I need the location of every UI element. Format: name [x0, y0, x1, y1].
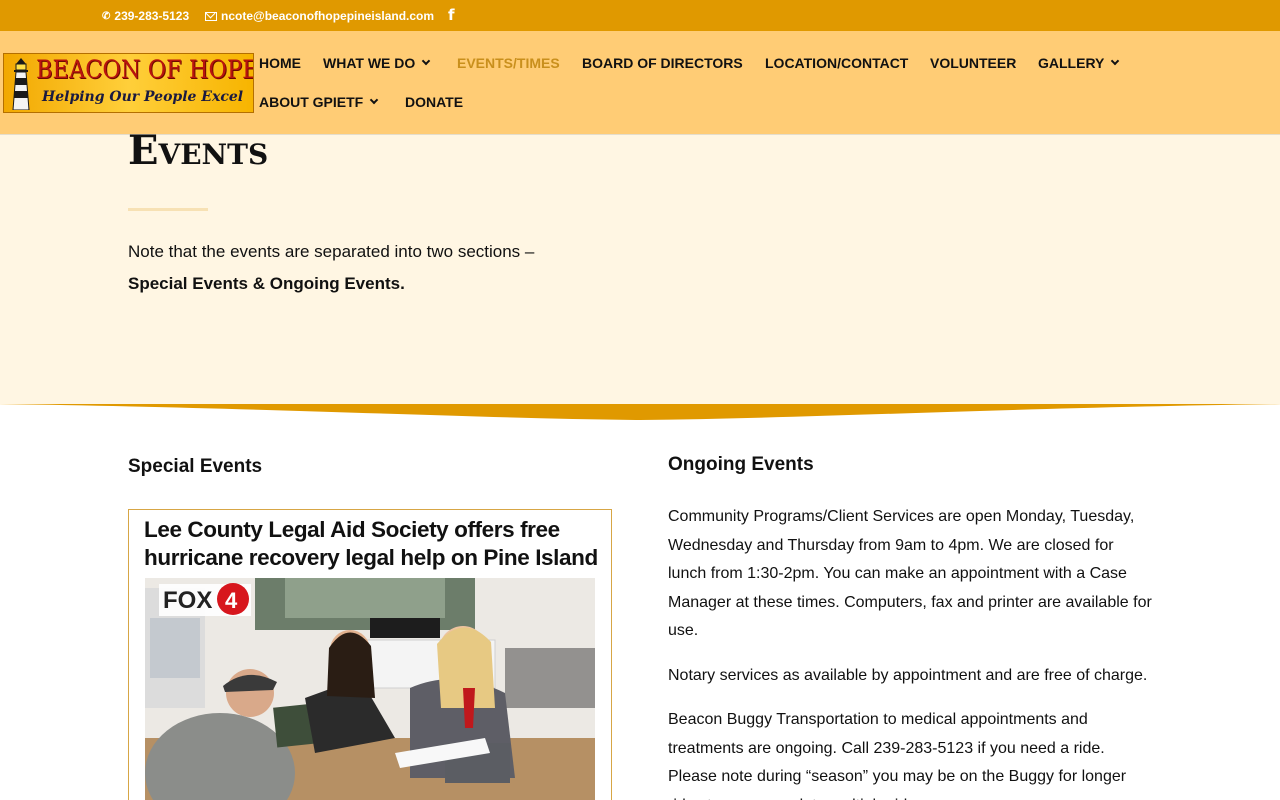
- phone-link[interactable]: ✆ 239-283-5123: [102, 9, 189, 23]
- site-logo[interactable]: BEACON OF HOPE Helping Our People Excel: [3, 53, 254, 113]
- flyer-headline: Lee County Legal Aid Society offers free…: [144, 517, 598, 570]
- top-bar: ✆ 239-283-5123 ncote@beaconofhopepineisl…: [0, 0, 1280, 31]
- title-divider: [128, 208, 208, 211]
- nav-about-gpietf[interactable]: ABOUT GPIETF: [259, 94, 379, 110]
- fox4-logo: FOX: [163, 587, 212, 614]
- ongoing-events-heading: Ongoing Events: [668, 454, 814, 475]
- nav-volunteer[interactable]: VOLUNTEER: [930, 55, 1016, 71]
- chevron-down-icon: [369, 95, 379, 105]
- nav-events-times[interactable]: EVENTS/TIMES: [457, 55, 560, 71]
- logo-title: BEACON OF HOPE: [36, 55, 254, 84]
- phone-icon: ✆: [102, 10, 111, 22]
- nav-location-contact[interactable]: LOCATION/CONTACT: [765, 55, 908, 71]
- email-link[interactable]: ncote@beaconofhopepineisland.com: [205, 9, 434, 23]
- ongoing-events-column: Ongoing Events Community Programs/Client…: [668, 454, 1152, 800]
- nav-gallery[interactable]: GALLERY: [1038, 55, 1120, 71]
- nav-donate[interactable]: DONATE: [405, 94, 463, 110]
- facebook-icon[interactable]: f: [448, 6, 455, 24]
- phone-number: 239-283-5123: [114, 9, 190, 23]
- nav-board-of-directors[interactable]: BOARD OF DIRECTORS: [582, 55, 743, 71]
- page-title: Events: [128, 127, 269, 174]
- special-events-heading: Special Events: [128, 456, 263, 477]
- ongoing-paragraph-notary: Notary services as available by appointm…: [668, 666, 1148, 684]
- svg-text:4: 4: [225, 588, 238, 613]
- intro-line-1: Note that the events are separated into …: [128, 242, 535, 261]
- intro-line-2: Special Events & Ongoing Events.: [128, 274, 405, 293]
- legal-aid-flyer[interactable]: Lee County Legal Aid Society offers free…: [128, 509, 612, 800]
- mail-icon: [205, 11, 217, 21]
- office-scene-image: FOX 4: [145, 578, 595, 800]
- chevron-down-icon: [1111, 56, 1120, 66]
- ongoing-paragraph-buggy: Beacon Buggy Transportation to medical a…: [668, 711, 1127, 800]
- logo-tagline: Helping Our People Excel: [42, 89, 244, 105]
- nav-home[interactable]: HOME: [259, 55, 301, 71]
- flyer-photo: FOX 4: [145, 578, 595, 800]
- lighthouse-icon: [12, 58, 30, 110]
- intro-text: Note that the events are separated into …: [128, 236, 648, 300]
- hero-section: Events Note that the events are separate…: [0, 127, 1280, 405]
- email-address: ncote@beaconofhopepineisland.com: [221, 9, 435, 23]
- nav-what-we-do[interactable]: WHAT WE DO: [323, 55, 431, 71]
- site-header: BEACON OF HOPE Helping Our People Excel …: [0, 31, 1280, 134]
- special-events-column: Special Events Lee County Legal Aid Soci…: [128, 456, 612, 800]
- section-wave-divider: [0, 404, 1280, 420]
- ongoing-paragraph-client-services: Community Programs/Client Services are o…: [668, 508, 1152, 639]
- chevron-down-icon: [422, 56, 431, 66]
